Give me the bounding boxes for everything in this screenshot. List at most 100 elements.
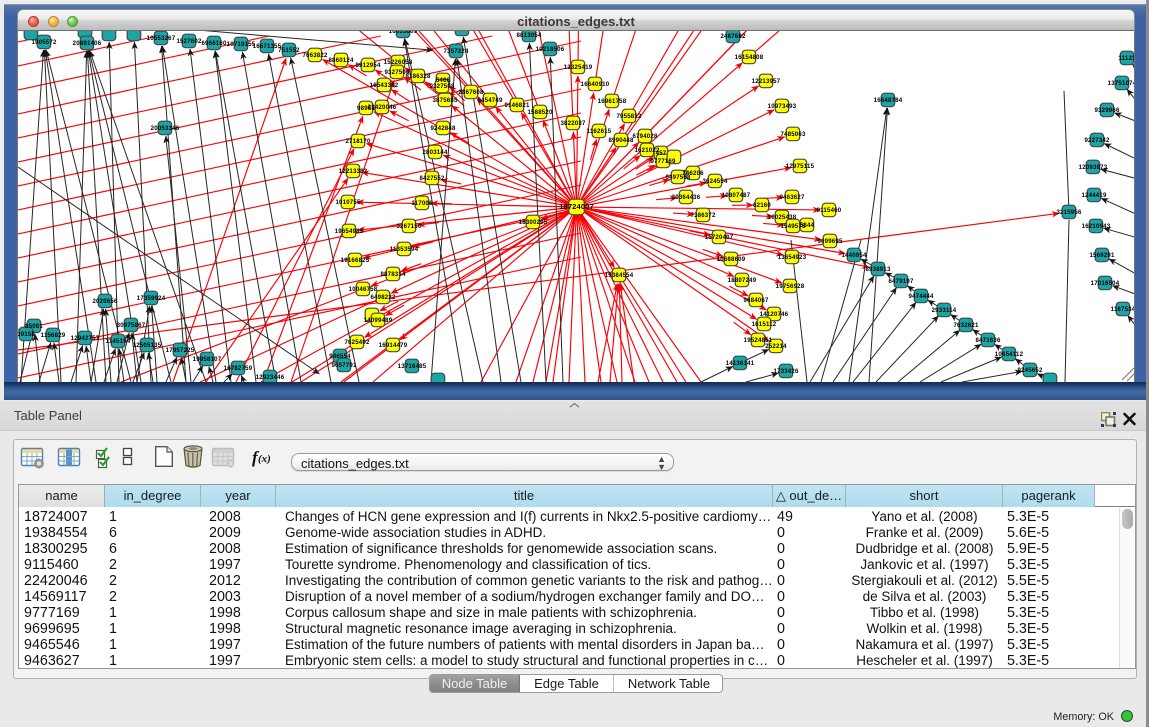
svg-text:13716485: 13716485	[398, 363, 427, 370]
svg-text:1905572: 1905572	[31, 39, 57, 46]
svg-text:19166825: 19166825	[341, 257, 370, 264]
svg-text:16961758: 16961758	[598, 98, 627, 105]
svg-text:8860124: 8860124	[328, 57, 354, 64]
svg-text:39158: 39158	[18, 331, 35, 338]
svg-text:7632621: 7632621	[953, 322, 979, 329]
svg-text:23420046: 23420046	[368, 104, 397, 111]
svg-text:1615112: 1615112	[752, 321, 777, 328]
svg-text:12505135: 12505135	[133, 342, 162, 349]
svg-text:117006: 117006	[411, 200, 433, 207]
svg-text:10719155: 10719155	[227, 41, 256, 48]
svg-text:12923446: 12923446	[256, 374, 285, 381]
svg-text:13325419: 13325419	[564, 64, 593, 71]
svg-text:16154808: 16154808	[735, 54, 764, 61]
svg-text:8813054: 8813054	[516, 32, 542, 39]
svg-text:1162615: 1162615	[587, 128, 612, 135]
svg-text:16640910: 16640910	[581, 81, 610, 88]
svg-text:16543382: 16543382	[370, 82, 399, 89]
svg-text:85081: 85081	[25, 323, 43, 330]
svg-text:9245652: 9245652	[1017, 367, 1043, 374]
svg-text:10973493: 10973493	[768, 103, 797, 110]
svg-text:7357224: 7357224	[443, 48, 469, 55]
svg-text:252214: 252214	[765, 343, 787, 350]
svg-text:1010755: 1010755	[335, 199, 361, 206]
svg-text:6498222: 6498222	[370, 294, 396, 301]
svg-text:1440954: 1440954	[841, 252, 867, 259]
svg-text:3267150: 3267150	[396, 223, 422, 230]
svg-text:8878314: 8878314	[380, 271, 406, 278]
svg-text:20891406: 20891406	[73, 40, 102, 47]
svg-text:10553267: 10553267	[147, 35, 176, 42]
svg-text:1244419: 1244419	[1081, 192, 1107, 199]
svg-text:3875685: 3875685	[432, 97, 458, 104]
svg-text:12942757: 12942757	[71, 335, 100, 342]
svg-text:8990448: 8990448	[608, 137, 634, 144]
svg-text:18807249: 18807249	[728, 277, 757, 284]
svg-text:30975867: 30975867	[117, 322, 146, 329]
svg-text:14099489: 14099489	[364, 317, 393, 324]
svg-text:9327508: 9327508	[429, 83, 455, 90]
svg-text:15720407: 15720407	[705, 234, 734, 241]
svg-text:16782759: 16782759	[224, 365, 253, 372]
svg-text:8471636: 8471636	[975, 337, 1001, 344]
svg-text:17957225: 17957225	[166, 347, 195, 354]
svg-text:18724007: 18724007	[559, 202, 594, 211]
svg-text:11353594: 11353594	[390, 246, 419, 253]
svg-text:17016504: 17016504	[1091, 280, 1120, 287]
svg-text:946554: 946554	[329, 353, 351, 360]
svg-text:13751074: 13751074	[1108, 80, 1135, 87]
svg-text:1733426: 1733426	[773, 368, 799, 375]
svg-text:16210943: 16210943	[1082, 223, 1111, 230]
svg-text:7955812: 7955812	[616, 113, 642, 120]
svg-text:8427552: 8427552	[419, 175, 445, 182]
svg-text:9699695: 9699695	[817, 238, 843, 245]
svg-text:19654985: 19654985	[335, 228, 364, 235]
svg-text:9474444: 9474444	[908, 293, 934, 300]
svg-text:7625402: 7625402	[344, 339, 370, 346]
svg-text:10807487: 10807487	[722, 192, 751, 199]
svg-text:12213382: 12213382	[339, 168, 368, 175]
svg-text:17359924: 17359924	[137, 295, 166, 302]
svg-text:9329966: 9329966	[1094, 107, 1120, 114]
svg-text:19756928: 19756928	[776, 283, 805, 290]
svg-text:20053346: 20053346	[151, 125, 180, 132]
svg-text:2718170: 2718170	[345, 138, 371, 145]
svg-text:14120746: 14120746	[760, 311, 789, 318]
svg-text:8454749: 8454749	[477, 97, 503, 104]
svg-text:3822037: 3822037	[560, 120, 586, 127]
svg-text:19218506: 19218506	[536, 46, 565, 53]
svg-text:11123: 11123	[1118, 55, 1135, 62]
svg-text:19384554: 19384554	[605, 272, 634, 279]
svg-text:1167534: 1167534	[1111, 306, 1135, 313]
svg-text:8186328: 8186328	[405, 73, 431, 80]
svg-text:10688609: 10688609	[717, 256, 746, 263]
svg-text:6497568: 6497568	[665, 174, 691, 181]
svg-text:13654923: 13654923	[778, 254, 807, 261]
svg-text:15226058: 15226058	[384, 59, 413, 66]
svg-text:9227342: 9227342	[1084, 137, 1110, 144]
svg-text:1145194: 1145194	[106, 338, 131, 345]
svg-text:6479197: 6479197	[888, 278, 914, 285]
svg-text:2933114: 2933114	[932, 307, 957, 314]
svg-text:2487682: 2487682	[720, 33, 746, 40]
svg-text:20364436: 20364436	[672, 194, 701, 201]
svg-text:8912954: 8912954	[355, 62, 381, 69]
svg-text:457: 457	[656, 150, 667, 157]
svg-text:1527602: 1527602	[176, 38, 202, 45]
svg-text:14136141: 14136141	[726, 360, 755, 367]
svg-text:16648784: 16648784	[874, 97, 903, 104]
svg-text:9242848: 9242848	[430, 125, 456, 132]
svg-text:16914479: 16914479	[379, 342, 408, 349]
svg-text:2867608: 2867608	[458, 89, 484, 96]
svg-text:3215956: 3215956	[1056, 209, 1082, 216]
svg-text:12093873: 12093873	[1079, 164, 1108, 171]
svg-text:7663822: 7663822	[302, 52, 328, 59]
svg-text:1156829: 1156829	[41, 332, 66, 339]
svg-text:9684067: 9684067	[743, 297, 769, 304]
svg-text:9777169: 9777169	[650, 158, 676, 165]
svg-text:9146821: 9146821	[504, 102, 530, 109]
svg-text:10654112: 10654112	[995, 351, 1024, 358]
svg-text:5844: 5844	[800, 222, 815, 229]
svg-text:12975115: 12975115	[786, 163, 815, 170]
svg-text:7386372: 7386372	[690, 212, 716, 219]
